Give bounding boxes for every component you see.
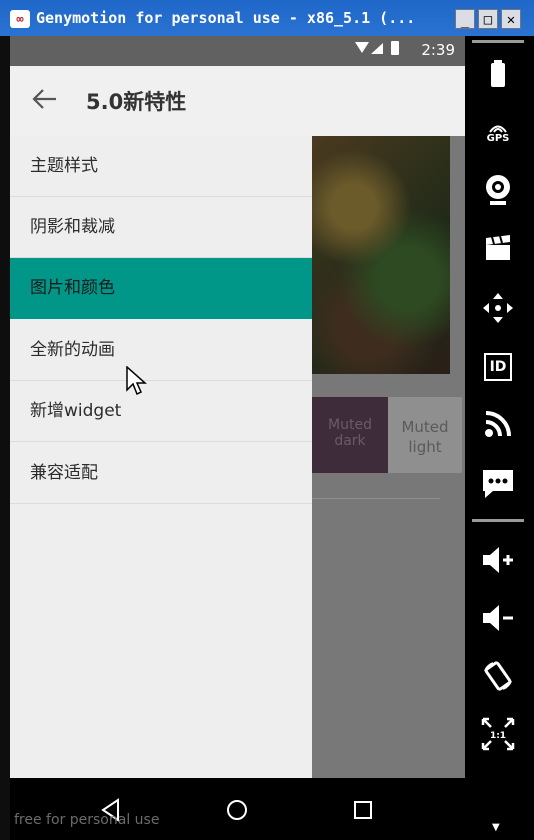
window-title: Genymotion for personal use - x86_5.1 (.… xyxy=(36,9,416,27)
battery-icon[interactable] xyxy=(476,54,520,94)
muted-dark-swatch: Muted dark xyxy=(312,397,388,473)
signal-battery-icons xyxy=(353,39,401,61)
status-time: 2:39 xyxy=(421,41,455,59)
minimize-button[interactable]: _ xyxy=(455,9,475,29)
gps-label: GPS xyxy=(486,132,510,144)
content-divider xyxy=(312,498,440,499)
drawer-item-theme-style[interactable]: 主题样式 xyxy=(10,136,312,197)
back-arrow-icon[interactable] xyxy=(30,84,60,114)
home-nav-icon[interactable] xyxy=(223,796,251,824)
page-title: 5.0新特性 xyxy=(86,90,187,114)
genymotion-logo-icon: ∞ xyxy=(10,10,30,28)
emulator-frame xyxy=(0,36,10,840)
recents-nav-icon[interactable] xyxy=(349,796,377,824)
maximize-button[interactable]: □ xyxy=(478,9,498,29)
toolbar-separator xyxy=(472,40,524,43)
muted-light-swatch: Muted light xyxy=(388,397,462,473)
app-bar xyxy=(10,66,465,136)
rotate-device-icon[interactable] xyxy=(476,656,520,696)
webcam-icon[interactable] xyxy=(476,170,520,210)
toolbar-more-icon[interactable]: ▼ xyxy=(492,822,500,833)
gps-icon[interactable]: GPS xyxy=(476,112,520,152)
cast-signal-icon[interactable] xyxy=(476,404,520,444)
window-titlebar[interactable]: ∞ Genymotion for personal use - x86_5.1 … xyxy=(0,0,534,36)
close-button[interactable]: ✕ xyxy=(501,9,521,29)
drawer-item-compatibility[interactable]: 兼容适配 xyxy=(10,443,312,504)
pixel-ratio-label: 1:1 xyxy=(490,731,506,741)
drawer-item-new-widget[interactable]: 新增widget xyxy=(10,381,312,442)
sms-icon[interactable] xyxy=(476,464,520,504)
drawer-item-shadow-clipping[interactable]: 阴影和裁减 xyxy=(10,197,312,258)
mouse-pointer-icon xyxy=(126,365,148,402)
drawer-item-images-colors[interactable]: 图片和颜色 xyxy=(10,258,312,319)
watermark-text: free for personal use xyxy=(14,812,160,828)
device-id-icon[interactable]: ID xyxy=(476,347,520,387)
foliage-photo xyxy=(312,136,450,374)
id-label: ID xyxy=(484,353,512,381)
pixel-perfect-icon[interactable]: 1:1 xyxy=(476,714,520,754)
volume-up-icon[interactable] xyxy=(476,540,520,580)
navigation-drawer: 主题样式 阴影和裁减 图片和颜色 全新的动画 新增widget 兼容适配 xyxy=(10,136,312,778)
clapperboard-icon[interactable] xyxy=(476,228,520,268)
toolbar-separator xyxy=(472,519,524,522)
drawer-item-new-animations[interactable]: 全新的动画 xyxy=(10,320,312,381)
volume-down-icon[interactable] xyxy=(476,598,520,638)
move-arrows-icon[interactable] xyxy=(476,288,520,328)
status-bar: 2:39 xyxy=(10,36,465,66)
